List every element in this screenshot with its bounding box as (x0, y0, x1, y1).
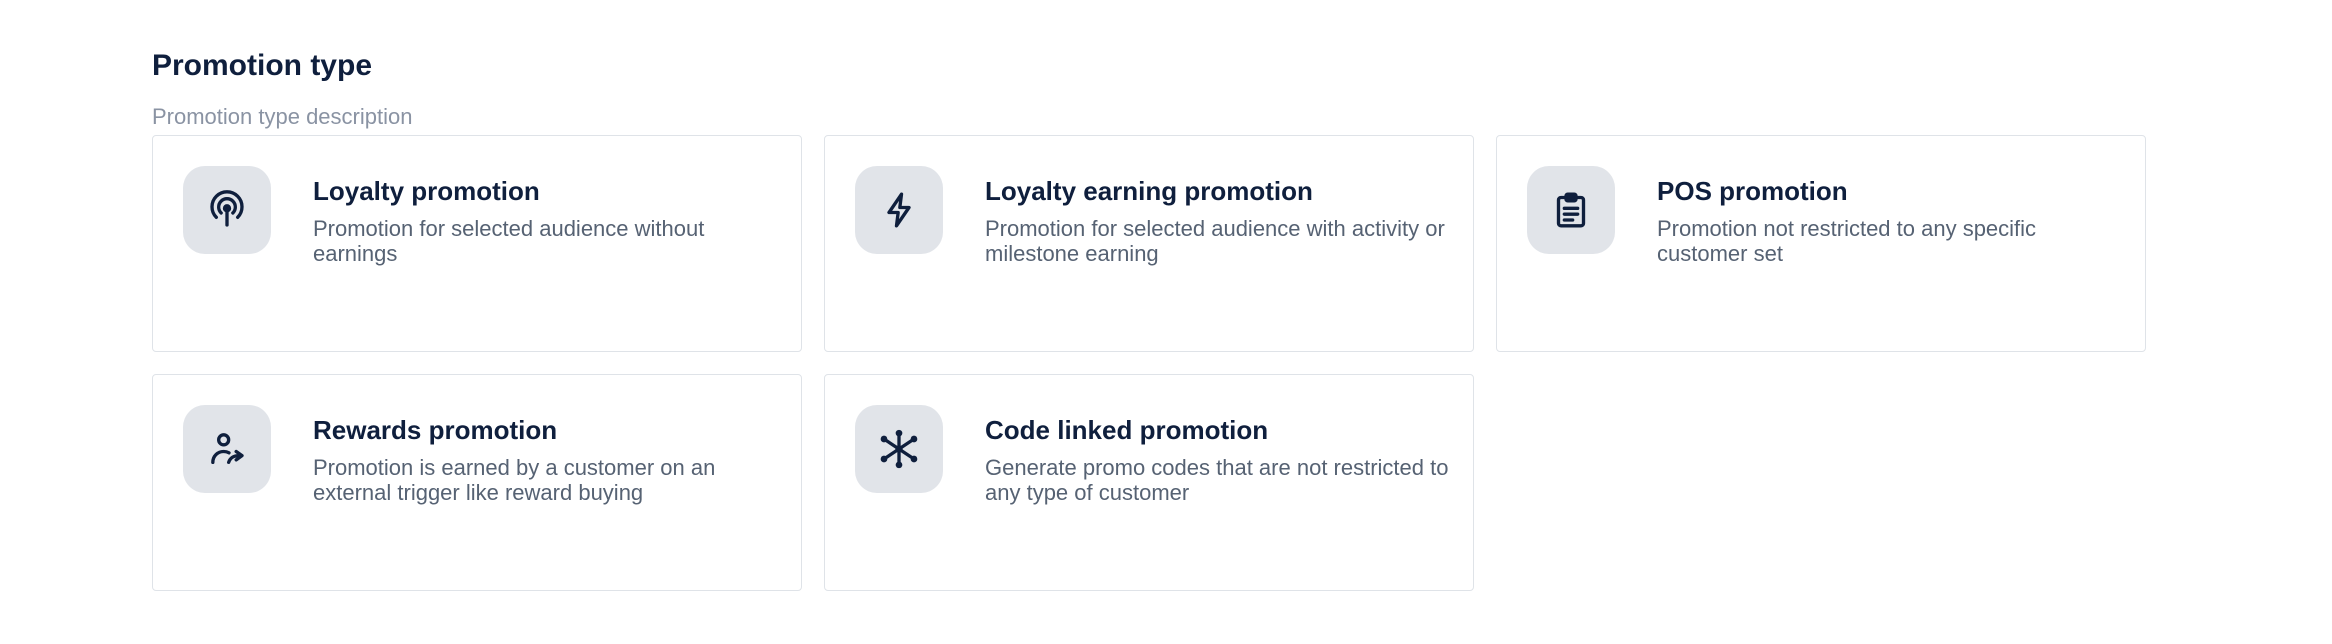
card-title: POS promotion (1657, 176, 1848, 206)
user-share-icon (183, 405, 271, 493)
section-title: Promotion type (152, 49, 373, 82)
promotion-type-section: Promotion type Promotion type descriptio… (152, 44, 2302, 132)
section-description: Promotion type description (152, 104, 413, 129)
network-icon (855, 405, 943, 493)
promotion-card-loyalty-earning[interactable]: Loyalty earning promotion Promotion for … (824, 135, 1474, 352)
promotion-card-code-linked[interactable]: Code linked promotion Generate promo cod… (824, 374, 1474, 591)
card-description: Promotion not restricted to any specific… (1657, 216, 2037, 266)
broadcast-icon (183, 166, 271, 254)
promotion-card-pos[interactable]: POS promotion Promotion not restricted t… (1496, 135, 2146, 352)
promotion-type-grid: Loyalty promotion Promotion for selected… (152, 135, 2146, 591)
promotion-card-loyalty[interactable]: Loyalty promotion Promotion for selected… (152, 135, 802, 352)
card-title: Rewards promotion (313, 415, 558, 445)
clipboard-icon (1527, 166, 1615, 254)
promotion-card-rewards[interactable]: Rewards promotion Promotion is earned by… (152, 374, 802, 591)
card-title: Code linked promotion (985, 415, 1269, 445)
card-title: Loyalty earning promotion (985, 176, 1313, 206)
card-description: Promotion is earned by a customer on an … (313, 455, 716, 505)
card-description: Generate promo codes that are not restri… (985, 455, 1449, 505)
lightning-icon (855, 166, 943, 254)
card-description: Promotion for selected audience without … (313, 216, 705, 266)
card-description: Promotion for selected audience with act… (985, 216, 1445, 266)
card-title: Loyalty promotion (313, 176, 540, 206)
